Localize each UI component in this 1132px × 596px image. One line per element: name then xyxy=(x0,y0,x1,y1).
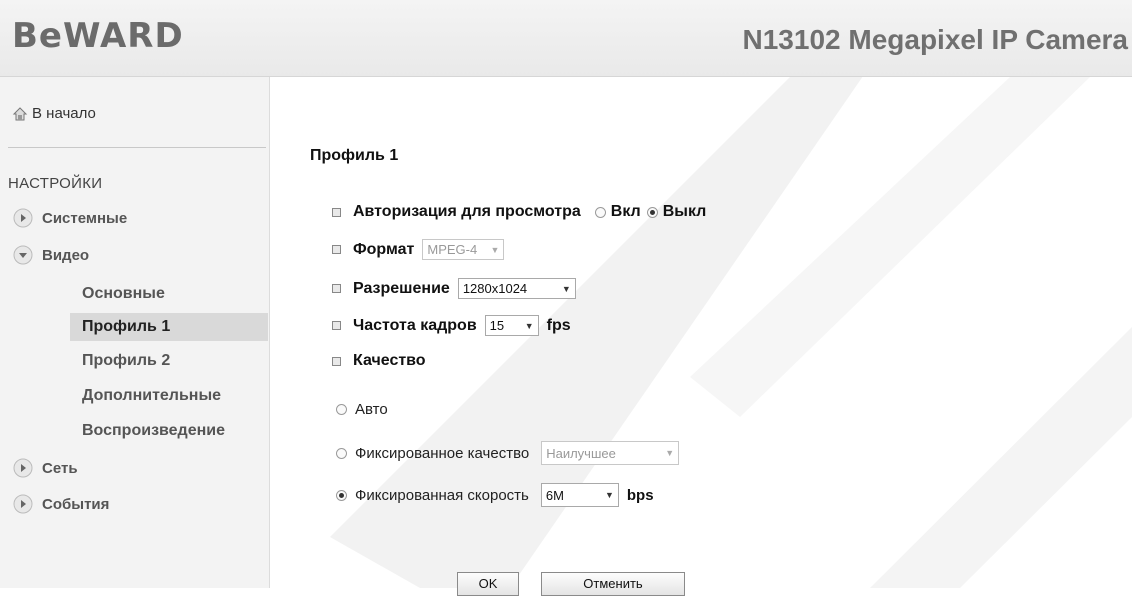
quality-fixed-select[interactable]: Наилучшее ▼ xyxy=(541,441,680,465)
quality-fixed-label: Фиксированное качество xyxy=(355,444,530,462)
sidebar-item-label: Видео xyxy=(42,246,90,264)
chevron-down-icon: ▼ xyxy=(490,244,500,255)
bitrate-fixed-row: Фиксированная скорость 6M ▼ bps xyxy=(336,483,654,507)
auth-on-radio[interactable] xyxy=(594,206,606,218)
format-row: Формат MPEG-4 ▼ xyxy=(332,239,505,260)
cancel-button[interactable]: Отменить xyxy=(541,572,685,596)
sidebar-item-system[interactable]: Системные xyxy=(12,207,127,229)
section-title: Профиль 1 xyxy=(310,147,399,164)
format-label: Формат xyxy=(353,240,415,258)
sidebar-item-label: Системные xyxy=(42,209,128,227)
fps-label: Частота кадров xyxy=(353,316,477,334)
sidebar-subitem-profile-2[interactable]: Профиль 2 xyxy=(70,347,170,375)
chevron-right-icon xyxy=(13,208,33,228)
fps-row: Частота кадров 15 ▼ fps xyxy=(332,315,571,336)
header: BeWARD N13102 Megapixel IP Camera xyxy=(0,0,1132,77)
fps-select[interactable]: 15 ▼ xyxy=(484,315,539,336)
resolution-select[interactable]: 1280x1024 ▼ xyxy=(457,278,576,299)
ok-button[interactable]: OK xyxy=(457,572,519,596)
chevron-down-icon: ▼ xyxy=(665,448,675,458)
chevron-down-icon: ▼ xyxy=(561,283,571,294)
bullet-icon xyxy=(332,284,341,293)
resolution-row: Разрешение 1280x1024 ▼ xyxy=(332,278,576,299)
resolution-value: 1280x1024 xyxy=(462,281,528,296)
format-select[interactable]: MPEG-4 ▼ xyxy=(422,239,505,260)
fps-value: 15 xyxy=(489,318,505,333)
bullet-icon xyxy=(332,356,341,366)
home-link[interactable]: В начало xyxy=(12,105,96,122)
auth-off-radio[interactable] xyxy=(646,206,658,218)
bitrate-value: 6M xyxy=(545,487,564,503)
bullet-icon xyxy=(332,321,341,330)
bullet-icon xyxy=(332,207,341,217)
chevron-down-icon xyxy=(13,245,33,265)
chevron-down-icon: ▼ xyxy=(604,490,614,500)
sidebar-subitem-playback[interactable]: Воспроизведение xyxy=(70,417,225,445)
quality-row: Качество xyxy=(332,352,434,370)
chevron-right-icon xyxy=(13,494,33,514)
chevron-right-icon xyxy=(13,458,33,478)
quality-fixed-radio[interactable] xyxy=(336,447,347,459)
bitrate-fixed-radio[interactable] xyxy=(336,489,347,501)
quality-label: Качество xyxy=(353,352,426,369)
auth-row: Авторизация для просмотра Вкл Выкл xyxy=(332,203,706,221)
auth-on-label: Вкл xyxy=(610,203,641,220)
quality-auto-row: Авто xyxy=(336,401,388,418)
home-icon xyxy=(12,106,28,120)
sidebar: В начало НАСТРОЙКИ Системные Видео Основ… xyxy=(0,77,270,588)
home-label: В начало xyxy=(32,105,96,122)
bitrate-unit: bps xyxy=(626,486,654,504)
quality-fixed-row: Фиксированное качество Наилучшее ▼ xyxy=(336,441,680,465)
quality-auto-radio[interactable] xyxy=(336,404,347,415)
bitrate-select[interactable]: 6M ▼ xyxy=(540,483,619,507)
sidebar-item-video[interactable]: Видео xyxy=(12,244,89,266)
chevron-down-icon: ▼ xyxy=(524,320,534,331)
sidebar-item-network[interactable]: Сеть xyxy=(12,457,78,479)
sidebar-item-label: Сеть xyxy=(42,459,78,477)
sidebar-item-events[interactable]: События xyxy=(12,493,109,515)
sidebar-subitem-profile-1[interactable]: Профиль 1 xyxy=(70,313,268,341)
bitrate-fixed-label: Фиксированная скорость xyxy=(355,486,529,504)
sidebar-subitem-basic[interactable]: Основные xyxy=(70,280,165,308)
settings-heading: НАСТРОЙКИ xyxy=(8,175,103,192)
quality-fixed-value: Наилучшее xyxy=(546,445,616,461)
main-panel: Профиль 1 Авторизация для просмотра Вкл … xyxy=(270,77,1132,596)
auth-off-label: Выкл xyxy=(662,203,707,220)
resolution-label: Разрешение xyxy=(353,279,450,297)
fps-unit: fps xyxy=(546,316,571,334)
bullet-icon xyxy=(332,245,341,254)
sidebar-item-label: События xyxy=(42,495,110,513)
sidebar-subitem-advanced[interactable]: Дополнительные xyxy=(70,382,221,410)
page-title: N13102 Megapixel IP Camera xyxy=(742,24,1128,55)
logo[interactable]: BeWARD xyxy=(12,16,184,56)
auth-label: Авторизация для просмотра xyxy=(353,203,581,220)
divider xyxy=(8,147,266,148)
quality-auto-label: Авто xyxy=(355,401,388,418)
format-value: MPEG-4 xyxy=(427,242,478,257)
